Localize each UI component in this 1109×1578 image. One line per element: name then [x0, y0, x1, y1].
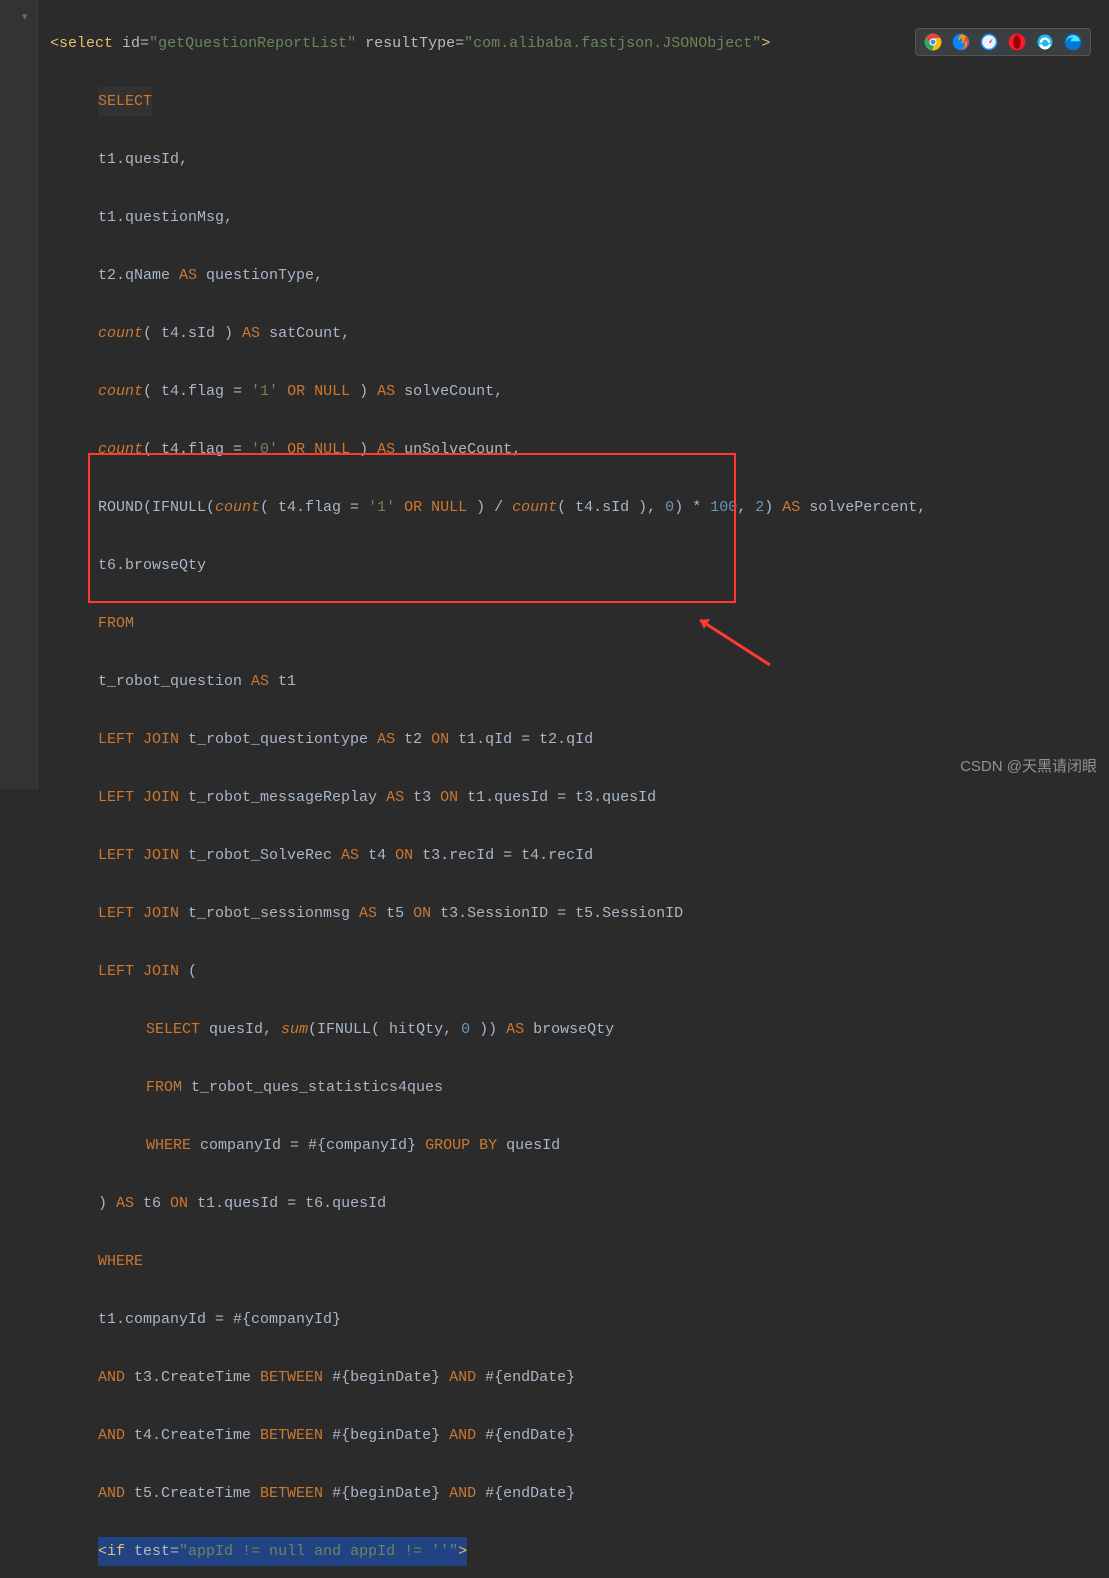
code-line: t_robot_question AS t1	[50, 667, 1109, 696]
code-line: LEFT JOIN t_robot_SolveRec AS t4 ON t3.r…	[50, 841, 1109, 870]
browser-preview-toolbar	[915, 28, 1091, 56]
code-line: WHERE	[50, 1247, 1109, 1276]
code-line: SELECT	[50, 87, 1109, 116]
edge-icon[interactable]	[1064, 33, 1082, 51]
ie-icon[interactable]	[1036, 33, 1054, 51]
code-line: SELECT quesId, sum(IFNULL( hitQty, 0 )) …	[50, 1015, 1109, 1044]
code-line: count( t4.sId ) AS satCount,	[50, 319, 1109, 348]
code-line: t1.questionMsg,	[50, 203, 1109, 232]
code-line: t6.browseQty	[50, 551, 1109, 580]
code-line: ) AS t6 ON t1.quesId = t6.quesId	[50, 1189, 1109, 1218]
code-line: AND t4.CreateTime BETWEEN #{beginDate} A…	[50, 1421, 1109, 1450]
editor-gutter: ▾	[0, 0, 38, 789]
safari-icon[interactable]	[980, 33, 998, 51]
code-line: AND t5.CreateTime BETWEEN #{beginDate} A…	[50, 1479, 1109, 1508]
code-line: FROM t_robot_ques_statistics4ques	[50, 1073, 1109, 1102]
fold-marker-icon[interactable]: ▾	[22, 4, 34, 16]
code-line: t1.quesId,	[50, 145, 1109, 174]
code-line: t1.companyId = #{companyId}	[50, 1305, 1109, 1334]
firefox-icon[interactable]	[952, 33, 970, 51]
code-line: count( t4.flag = '0' OR NULL ) AS unSolv…	[50, 435, 1109, 464]
opera-icon[interactable]	[1008, 33, 1026, 51]
code-line: WHERE companyId = #{companyId} GROUP BY …	[50, 1131, 1109, 1160]
code-line: AND t3.CreateTime BETWEEN #{beginDate} A…	[50, 1363, 1109, 1392]
code-line: LEFT JOIN t_robot_messageReplay AS t3 ON…	[50, 783, 1109, 812]
code-line: LEFT JOIN t_robot_questiontype AS t2 ON …	[50, 725, 1109, 754]
chrome-icon[interactable]	[924, 33, 942, 51]
code-line: t2.qName AS questionType,	[50, 261, 1109, 290]
code-line: LEFT JOIN (	[50, 957, 1109, 986]
code-line: LEFT JOIN t_robot_sessionmsg AS t5 ON t3…	[50, 899, 1109, 928]
code-line: FROM	[50, 609, 1109, 638]
code-editor[interactable]: <select id="getQuestionReportList" resul…	[38, 0, 1109, 1578]
code-line: count( t4.flag = '1' OR NULL ) AS solveC…	[50, 377, 1109, 406]
code-line: <if test="appId != null and appId != ''"…	[50, 1537, 1109, 1566]
code-line: ROUND(IFNULL(count( t4.flag = '1' OR NUL…	[50, 493, 1109, 522]
